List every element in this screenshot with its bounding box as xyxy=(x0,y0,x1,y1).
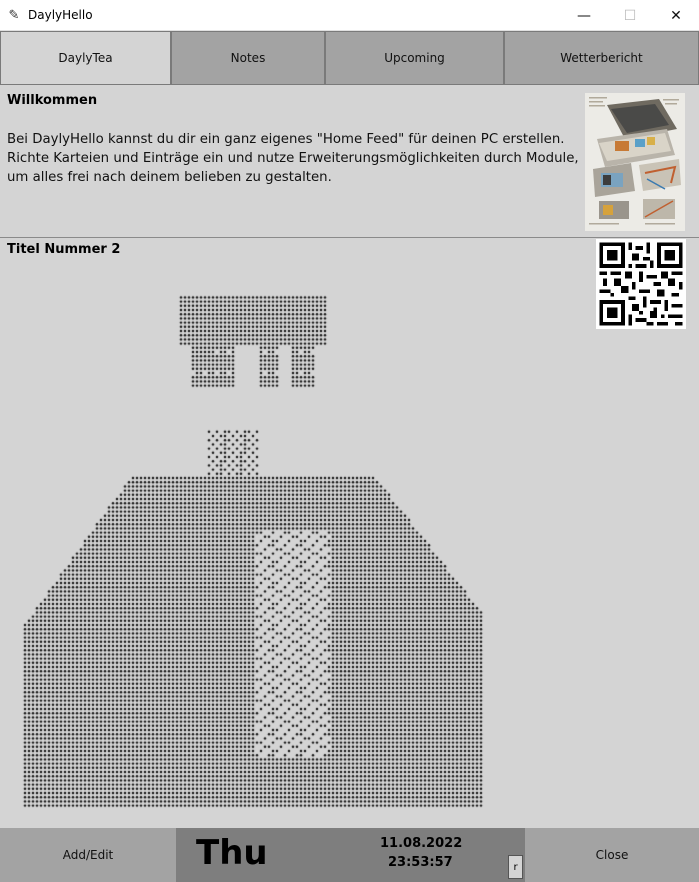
qr-code-image xyxy=(596,239,686,329)
title-bar: ✎ DaylyHello — ☐ ✕ xyxy=(0,0,699,31)
clock-panel: Thu 11.08.2022 23:53:57 r xyxy=(176,828,525,882)
section-divider xyxy=(0,237,699,238)
close-window-button[interactable]: ✕ xyxy=(653,0,699,31)
tab-daylytea[interactable]: DaylyTea xyxy=(0,31,171,85)
time-label: 23:53:57 xyxy=(388,855,453,870)
welcome-line: um alles frei nach deinem belieben zu ge… xyxy=(7,170,332,185)
welcome-title: Willkommen xyxy=(7,93,98,108)
refresh-button[interactable]: r xyxy=(508,855,523,879)
minimize-button[interactable]: — xyxy=(561,0,607,31)
tab-wetterbericht[interactable]: Wetterbericht xyxy=(504,31,699,85)
window-title: DaylyHello xyxy=(28,8,93,22)
second-title: Titel Nummer 2 xyxy=(7,242,121,257)
add-edit-button[interactable]: Add/Edit xyxy=(0,828,176,882)
footer-bar: Add/Edit Thu 11.08.2022 23:53:57 r Close xyxy=(0,828,699,882)
braille-portrait-image xyxy=(12,288,487,813)
welcome-line: Bei DaylyHello kannst du dir ein ganz ei… xyxy=(7,132,565,147)
date-label: 11.08.2022 xyxy=(380,836,463,851)
close-button[interactable]: Close xyxy=(525,828,699,882)
tab-upcoming[interactable]: Upcoming xyxy=(325,31,504,85)
tab-notes[interactable]: Notes xyxy=(171,31,325,85)
feather-icon: ✎ xyxy=(8,7,20,23)
camera-diagram-image xyxy=(585,93,685,231)
tab-bar: DaylyTea Notes Upcoming Wetterbericht xyxy=(0,31,699,85)
welcome-line: Richte Karteien und Einträge ein und nut… xyxy=(7,151,579,166)
weekday-label: Thu xyxy=(196,833,268,873)
window-controls: — ☐ ✕ xyxy=(561,0,699,31)
maximize-button[interactable]: ☐ xyxy=(607,0,653,31)
welcome-text: Bei DaylyHello kannst du dir ein ganz ei… xyxy=(7,130,579,187)
